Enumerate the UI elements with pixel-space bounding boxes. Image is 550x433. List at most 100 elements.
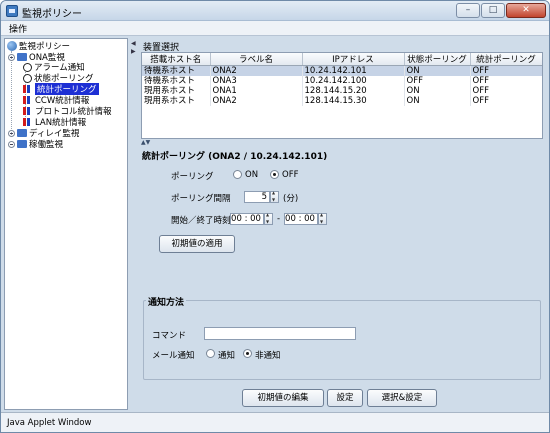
polling-off-radio[interactable] [270, 170, 279, 179]
time-label: 開始／終了時刻 [171, 216, 231, 226]
command-label: コマンド [152, 331, 187, 341]
chart-icon [23, 85, 33, 93]
polling-label: ポーリング [171, 172, 214, 182]
tree-node-lan-stats[interactable]: LAN統計情報 [23, 117, 86, 128]
interval-unit: (分) [283, 194, 299, 204]
tree-node-stats-polling[interactable]: 統計ポーリング [23, 83, 99, 95]
folder-icon [17, 53, 27, 61]
tree-node-ccw-stats[interactable]: CCW統計情報 [23, 95, 89, 106]
start-time-input[interactable]: 00 : 00 [230, 213, 264, 225]
polling-on-label: ON [245, 170, 259, 180]
end-time-input[interactable]: 00 : 00 [284, 213, 318, 225]
table-row[interactable]: 待機系ホスト ONA3 10.24.142.100 OFF OFF [142, 76, 542, 86]
window-title: 監視ポリシー [22, 9, 82, 20]
interval-label: ポーリング間隔 [171, 194, 231, 204]
table-cell: OFF [470, 65, 542, 76]
table-cell: 待機系ホスト [142, 76, 211, 86]
edit-defaults-button[interactable]: 初期値の編集 [242, 389, 324, 407]
expand-icon[interactable] [8, 129, 15, 137]
table-cell: 128.144.15.20 [302, 86, 405, 96]
interval-input[interactable]: 5 [244, 191, 270, 203]
mail-no-notify-radio[interactable] [243, 349, 252, 358]
monitor-policy-window: 監視ポリシー – □ ✕ 操作 監視ポリシー ONA監視 アラーム通知 状態ポー… [0, 0, 550, 433]
table-header: 搭載ホスト名 ラベル名 IPアドレス 状態ポーリング 統計ポーリング [142, 53, 542, 66]
table-row[interactable]: 現用系ホスト ONA2 128.144.15.30 ON OFF [142, 96, 542, 106]
notify-title: 通知方法 [146, 295, 187, 308]
menu-bar: 操作 [1, 21, 549, 36]
table-cell: 現用系ホスト [142, 86, 211, 96]
table-cell: ONA1 [210, 86, 303, 96]
table-cell: ONA2 [210, 65, 303, 76]
apply-defaults-button[interactable]: 初期値の適用 [159, 235, 235, 253]
select-and-set-button[interactable]: 選択&設定 [367, 389, 437, 407]
notify-group [143, 300, 541, 380]
table-cell: 10.24.142.101 [302, 65, 405, 76]
tree-node-uptime[interactable]: 稼働監視 [8, 139, 63, 150]
table-cell: 現用系ホスト [142, 96, 211, 106]
status-text: Java Applet Window [7, 418, 92, 428]
column-header[interactable]: 統計ポーリング [470, 53, 542, 66]
tree-node-protocol-stats[interactable]: プロトコル統計情報 [23, 106, 112, 117]
policy-tree: 監視ポリシー ONA監視 アラーム通知 状態ポーリング 統計ポーリング CCW統… [4, 38, 128, 410]
table-row[interactable]: 現用系ホスト ONA1 128.144.15.20 ON OFF [142, 86, 542, 96]
start-time-spinner[interactable] [264, 212, 273, 225]
expand-icon[interactable] [8, 140, 15, 148]
command-input[interactable] [204, 327, 356, 340]
mail-notify-on-label: 通知 [218, 351, 236, 361]
status-bar: Java Applet Window [1, 412, 549, 432]
folder-icon [17, 129, 27, 137]
table-row[interactable]: 待機系ホスト ONA2 10.24.142.101 ON OFF [142, 65, 542, 76]
device-selection-panel: 装置選択 搭載ホスト名 ラベル名 IPアドレス 状態ポーリング 統計ポーリング … [138, 38, 546, 139]
collapse-right-icon[interactable]: ▶ [131, 48, 136, 55]
table-cell: OFF [470, 76, 542, 86]
maximize-button[interactable]: □ [481, 3, 505, 18]
set-button[interactable]: 設定 [327, 389, 363, 407]
table-cell: 128.144.15.30 [302, 96, 405, 106]
device-table: 搭載ホスト名 ラベル名 IPアドレス 状態ポーリング 統計ポーリング 待機系ホス… [141, 52, 543, 139]
polling-on-radio[interactable] [233, 170, 242, 179]
interval-spinner[interactable] [270, 190, 279, 203]
tree-node-alarm[interactable]: アラーム通知 [23, 62, 85, 73]
column-header[interactable]: 搭載ホスト名 [142, 53, 211, 66]
chart-icon [23, 96, 33, 104]
tree-node-delay[interactable]: ディレイ監視 [8, 128, 79, 139]
clock-icon [23, 73, 32, 83]
table-cell: ONA3 [210, 76, 303, 86]
polling-off-label: OFF [282, 170, 299, 180]
table-cell: ON [404, 96, 471, 106]
minimize-button[interactable]: – [456, 3, 480, 18]
horizontal-splitter[interactable]: ▲▼ [138, 139, 546, 147]
mail-notify-radio[interactable] [206, 349, 215, 358]
column-header[interactable]: 状態ポーリング [404, 53, 471, 66]
table-cell: 待機系ホスト [142, 65, 211, 76]
table-cell: ON [404, 86, 471, 96]
mail-no-notify-label: 非通知 [255, 351, 281, 361]
clock-icon [23, 62, 32, 72]
split-arrows-icon[interactable]: ▲▼ [141, 139, 150, 146]
stats-polling-title: 統計ポーリング (ONA2 / 10.24.142.101) [142, 152, 328, 162]
app-icon [6, 5, 18, 17]
table-cell: ON [404, 65, 471, 76]
table-cell: ONA2 [210, 96, 303, 106]
close-button[interactable]: ✕ [506, 3, 546, 18]
table-cell: OFF [470, 96, 542, 106]
column-header[interactable]: IPアドレス [302, 53, 405, 66]
tree-node-root[interactable]: 監視ポリシー [7, 41, 70, 52]
table-cell: OFF [404, 76, 471, 86]
time-separator: - [277, 214, 281, 224]
collapse-icon[interactable] [8, 53, 15, 61]
tree-node-status-polling[interactable]: 状態ポーリング [23, 73, 94, 84]
button-bar: 初期値の編集 設定 選択&設定 [138, 385, 546, 410]
chart-icon [23, 107, 33, 115]
vertical-splitter[interactable]: ◀ ▶ [130, 38, 136, 410]
mail-notify-label: メール通知 [152, 351, 195, 361]
folder-icon [17, 140, 27, 148]
table-cell: 10.24.142.100 [302, 76, 405, 86]
table-cell: OFF [470, 86, 542, 96]
column-header[interactable]: ラベル名 [210, 53, 303, 66]
chart-icon [23, 118, 33, 126]
end-time-spinner[interactable] [318, 212, 327, 225]
menu-operation[interactable]: 操作 [9, 22, 27, 35]
title-bar: 監視ポリシー – □ ✕ [1, 1, 549, 21]
collapse-left-icon[interactable]: ◀ [131, 40, 136, 47]
